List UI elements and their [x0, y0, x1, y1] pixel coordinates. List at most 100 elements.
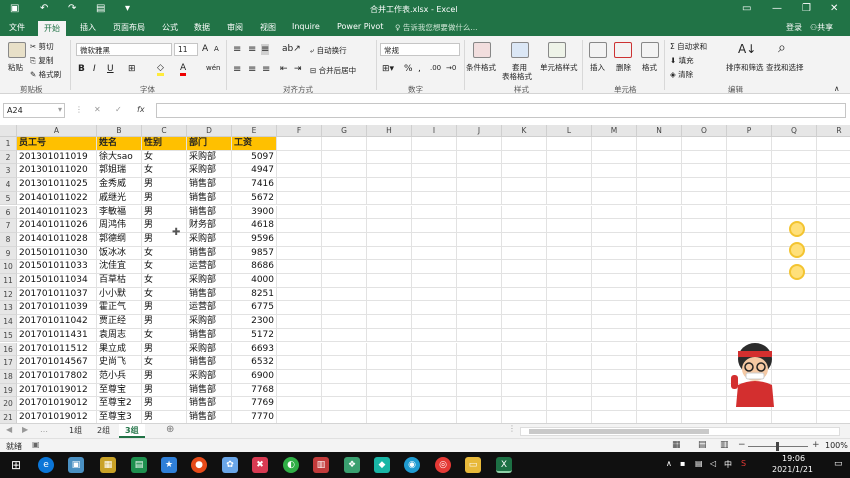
empty-cell[interactable]	[502, 301, 547, 316]
empty-cell[interactable]	[412, 232, 457, 247]
empty-cell[interactable]	[457, 246, 502, 261]
wrap-text-button[interactable]: ⤶ 自动换行	[310, 45, 347, 56]
table-cell-emp_id[interactable]: 201301011025	[17, 178, 97, 192]
wechat-icon[interactable]: ◐	[283, 457, 299, 473]
table-cell-emp_id[interactable]: 201701019012	[17, 383, 97, 398]
table-cell-name[interactable]: 沈佳宜	[97, 260, 142, 274]
table-cell-salary[interactable]: 6775	[232, 301, 277, 316]
empty-cell[interactable]	[277, 315, 322, 329]
close-icon[interactable]: ✕	[830, 3, 838, 14]
share-button[interactable]: ⚇共享	[810, 22, 833, 33]
empty-cell[interactable]	[727, 315, 772, 329]
table-cell-dept[interactable]: 采购部	[187, 274, 232, 288]
empty-cell[interactable]	[547, 328, 592, 343]
empty-cell[interactable]	[637, 356, 682, 370]
font-size-select[interactable]: 11	[174, 43, 198, 56]
table-cell-emp_id[interactable]: 201701011431	[17, 328, 97, 343]
empty-cell[interactable]	[322, 342, 367, 357]
paste-button[interactable]: 粘贴	[8, 62, 23, 73]
empty-cell[interactable]	[412, 178, 457, 192]
empty-cell[interactable]	[457, 342, 502, 357]
empty-cell[interactable]	[817, 192, 850, 206]
column-header[interactable]: Q	[772, 125, 817, 137]
empty-cell[interactable]	[457, 137, 502, 151]
percent-icon[interactable]: %	[404, 64, 413, 74]
insert-cells-button[interactable]: 插入	[590, 62, 605, 73]
row-header[interactable]: 9	[0, 246, 17, 261]
cancel-icon[interactable]: ✕	[94, 105, 101, 114]
empty-cell[interactable]	[727, 205, 772, 220]
table-cell-gender[interactable]: 女	[142, 164, 187, 179]
quick-access-icon[interactable]: ▤	[96, 3, 105, 14]
column-header[interactable]: R	[817, 125, 850, 137]
table-cell-gender[interactable]: 女	[142, 356, 187, 370]
insert-cells-icon[interactable]	[589, 42, 607, 58]
bold-button[interactable]: B	[78, 64, 85, 74]
table-cell-name[interactable]: 李敏福	[97, 205, 142, 220]
scrollbar-thumb[interactable]	[529, 429, 709, 434]
windows-start-icon[interactable]: ⊞	[8, 457, 24, 473]
empty-cell[interactable]	[277, 328, 322, 343]
conditional-format-icon[interactable]	[473, 42, 491, 58]
empty-cell[interactable]	[547, 411, 592, 423]
empty-cell[interactable]	[727, 191, 772, 206]
empty-cell[interactable]	[457, 328, 502, 343]
empty-cell[interactable]	[727, 137, 772, 151]
empty-cell[interactable]	[592, 369, 637, 384]
empty-cell[interactable]	[547, 274, 592, 288]
edge-icon[interactable]: e	[38, 457, 54, 473]
table-format-button-2[interactable]: 表格格式	[502, 71, 532, 82]
empty-cell[interactable]	[682, 342, 727, 357]
empty-cell[interactable]	[682, 205, 727, 220]
empty-cell[interactable]	[277, 287, 322, 302]
empty-cell[interactable]	[502, 232, 547, 247]
table-cell-salary[interactable]: 3900	[232, 205, 277, 220]
table-cell-gender[interactable]: 男	[142, 411, 187, 423]
sign-in-link[interactable]: 登录	[786, 22, 802, 33]
page-layout-view-icon[interactable]: ▤	[698, 440, 707, 450]
empty-cell[interactable]	[682, 315, 727, 329]
empty-cell[interactable]	[502, 397, 547, 411]
row-header[interactable]: 21	[0, 411, 17, 423]
empty-cell[interactable]	[502, 356, 547, 370]
empty-cell[interactable]	[637, 315, 682, 329]
empty-cell[interactable]	[367, 178, 412, 192]
table-cell-gender[interactable]: 男	[142, 301, 187, 316]
redo-icon[interactable]: ↷	[68, 3, 76, 14]
empty-cell[interactable]	[412, 219, 457, 233]
empty-cell[interactable]	[412, 287, 457, 302]
empty-cell[interactable]	[502, 287, 547, 302]
enter-icon[interactable]: ✓	[115, 105, 122, 114]
app-icon[interactable]: ▤	[131, 457, 147, 473]
tab-insert[interactable]: 插入	[80, 22, 96, 33]
app-icon[interactable]: ▥	[313, 457, 329, 473]
table-cell-gender[interactable]: 女	[142, 150, 187, 165]
empty-cell[interactable]	[367, 397, 412, 411]
empty-cell[interactable]	[367, 274, 412, 288]
phonetic-button[interactable]: wén	[206, 64, 220, 72]
tab-file[interactable]: 文件	[9, 22, 25, 33]
empty-cell[interactable]	[817, 356, 850, 370]
empty-cell[interactable]	[277, 205, 322, 220]
empty-cell[interactable]	[592, 219, 637, 233]
column-header[interactable]: C	[142, 125, 187, 137]
empty-cell[interactable]	[727, 246, 772, 261]
table-cell-dept[interactable]: 销售部	[187, 383, 232, 398]
tab-inquire[interactable]: Inquire	[292, 22, 320, 31]
empty-cell[interactable]	[367, 301, 412, 316]
conditional-format-button[interactable]: 条件格式	[466, 62, 496, 73]
empty-cell[interactable]	[637, 301, 682, 316]
table-cell-emp_id[interactable]: 201401011023	[17, 205, 97, 220]
empty-cell[interactable]	[322, 178, 367, 192]
zoom-level[interactable]: 100%	[825, 441, 848, 450]
tab-view[interactable]: 视图	[260, 22, 276, 33]
empty-cell[interactable]	[367, 369, 412, 384]
table-cell-salary[interactable]: 4947	[232, 164, 277, 179]
tab-power-pivot[interactable]: Power Pivot	[337, 22, 383, 31]
empty-cell[interactable]	[277, 274, 322, 288]
empty-cell[interactable]	[637, 164, 682, 179]
table-cell-gender[interactable]: 男	[142, 369, 187, 384]
empty-cell[interactable]	[502, 164, 547, 179]
empty-cell[interactable]	[547, 205, 592, 220]
empty-cell[interactable]	[817, 151, 850, 165]
